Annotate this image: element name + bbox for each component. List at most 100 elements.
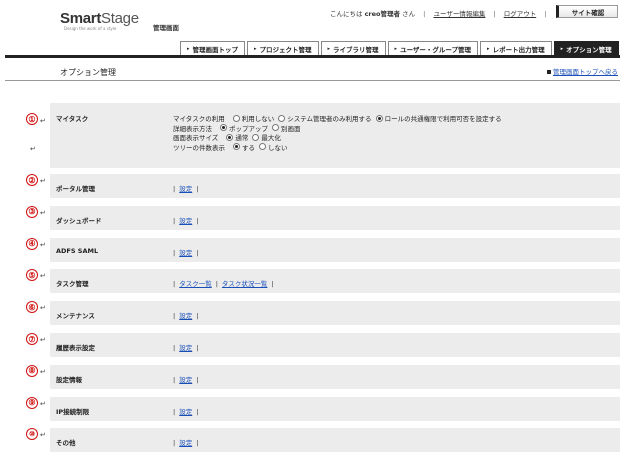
radio-label: 通常 bbox=[235, 134, 249, 142]
tab-3[interactable]: ▸ ユーザー・グループ管理 bbox=[387, 41, 479, 55]
settings-section: IP接続制限 | 設定 | bbox=[50, 396, 620, 421]
return-mark-icon: ↵ bbox=[40, 336, 46, 344]
mytask-option-row: ツリーの件数表示 する しない bbox=[173, 142, 288, 152]
separator: | bbox=[196, 439, 199, 448]
return-mark-icon: ↵ bbox=[40, 240, 46, 249]
separator: | bbox=[173, 280, 176, 289]
section-links: | 設定 | bbox=[173, 437, 198, 447]
admin-label: 管理画面 bbox=[153, 24, 179, 32]
section-setting-link[interactable]: 設定 bbox=[179, 312, 192, 320]
separator: | bbox=[173, 216, 176, 225]
separator: | bbox=[196, 185, 199, 193]
radio-button[interactable] bbox=[232, 114, 240, 122]
mytask-option-row: マイタスクの利用 利用しない システム管理者のみ利用する ロールの共通権限で利用可否を… bbox=[173, 113, 502, 123]
section-setting-link[interactable]: 設定 bbox=[179, 249, 192, 257]
radio-button[interactable] bbox=[259, 143, 266, 150]
mytask-option-row: 画面表示サイズ 通常 最大化 bbox=[173, 132, 281, 142]
section-setting-link[interactable]: タスク状況一覧 bbox=[222, 280, 268, 288]
section-setting-link[interactable]: 設定 bbox=[179, 408, 192, 416]
tab-label: 管理画面トップ bbox=[192, 45, 239, 54]
mytask-option-row: 詳細表示方法 ポップアップ 別画面 bbox=[173, 123, 301, 133]
annotation-number-3: ③ bbox=[26, 205, 38, 218]
section-setting-link[interactable]: 設定 bbox=[179, 217, 192, 225]
radio-button[interactable] bbox=[220, 124, 227, 131]
tab-label: オプション管理 bbox=[566, 45, 612, 54]
return-mark-icon: ↵ bbox=[40, 272, 46, 281]
section-setting-link[interactable]: 設定 bbox=[179, 344, 192, 352]
section-label: マイタスク bbox=[56, 115, 89, 123]
radio-label: システム管理者のみ利用する bbox=[287, 115, 372, 123]
separator: | bbox=[173, 312, 176, 321]
section-label: メンテナンス bbox=[56, 312, 95, 321]
settings-section: ダッシュボード | 設定 | bbox=[50, 205, 620, 230]
tab-2[interactable]: ▸ ライブラリ管理 bbox=[320, 41, 386, 55]
logo-text: SmartStage bbox=[60, 10, 139, 27]
section-label: その他 bbox=[56, 439, 76, 448]
separator: | bbox=[173, 344, 176, 352]
tab-arrow-icon: ▸ bbox=[327, 45, 331, 52]
return-mark-icon: ↵ bbox=[40, 431, 46, 440]
back-to-top-link[interactable]: 管理画面トップへ戻る bbox=[547, 66, 618, 76]
tab-1[interactable]: ▸ プロジェクト管理 bbox=[247, 41, 319, 55]
section-setting-link[interactable]: 設定 bbox=[179, 439, 192, 447]
settings-section: 履歴表示設定 | 設定 | bbox=[50, 333, 620, 357]
settings-section: その他 | 設定 | bbox=[50, 428, 620, 453]
tab-arrow-icon: ▸ bbox=[187, 45, 190, 52]
section-label: タスク管理 bbox=[56, 280, 89, 289]
return-mark-icon: ↵ bbox=[40, 367, 46, 376]
radio-button[interactable] bbox=[375, 114, 383, 122]
site-check-button[interactable]: サイト確認 bbox=[556, 5, 618, 18]
settings-section: ADFS SAML | 設定 | bbox=[50, 237, 620, 262]
radio-label: しない bbox=[268, 143, 288, 152]
separator: | bbox=[173, 248, 176, 257]
separator: | bbox=[196, 375, 199, 384]
section-setting-link[interactable]: タスク一覧 bbox=[179, 280, 212, 288]
settings-section: タスク管理 | タスク一覧 | タスク状況一覧 | bbox=[50, 269, 620, 294]
radio-button[interactable] bbox=[272, 124, 279, 131]
separator: | bbox=[215, 280, 218, 289]
tab-arrow-icon: ▸ bbox=[487, 45, 490, 52]
annotation-number-2: ② bbox=[26, 174, 38, 186]
return-mark-icon: ↵ bbox=[40, 177, 46, 185]
tab-5[interactable]: ▸ オプション管理 bbox=[553, 41, 619, 55]
separator: | bbox=[196, 248, 199, 257]
section-links: | 設定 | bbox=[173, 374, 198, 384]
separator: | bbox=[196, 216, 199, 225]
tab-arrow-icon: ▸ bbox=[254, 45, 257, 52]
page-title: オプション管理 bbox=[60, 68, 116, 77]
annotation-number-5: ⑤ bbox=[26, 269, 38, 282]
separator: | bbox=[196, 312, 199, 321]
section-setting-link[interactable]: 設定 bbox=[179, 376, 192, 384]
option-label: ツリーの件数表示 bbox=[173, 143, 225, 152]
greeting: こんにちは creo管理者 さん | ユーザー情報編集 | ログアウト | bbox=[330, 10, 547, 18]
radio-label: 最大化 bbox=[261, 134, 281, 142]
radio-label: ロールの共通権限で利用可否を設定する bbox=[384, 115, 502, 123]
logout-link[interactable]: ログアウト bbox=[504, 10, 537, 18]
tab-arrow-icon: ▸ bbox=[560, 45, 564, 52]
logo: SmartStage Design the work of a style bbox=[60, 10, 139, 31]
separator: | bbox=[271, 280, 274, 289]
annotation-number-10: ⑩ bbox=[26, 428, 38, 441]
radio-button[interactable] bbox=[233, 143, 240, 150]
section-links: | 設定 | bbox=[173, 406, 198, 416]
tab-4[interactable]: ▸ レポート出力管理 bbox=[480, 41, 552, 55]
user-info-link[interactable]: ユーザー情報編集 bbox=[433, 10, 485, 18]
nav-tabs: ▸ 管理画面トップ ▸ プロジェクト管理 ▸ ライブラリ管理 ▸ ユーザー・グループ管理 ▸ レポ… bbox=[180, 41, 621, 55]
radio-button[interactable] bbox=[252, 133, 260, 141]
section-label: ADFS SAML bbox=[56, 246, 99, 255]
section-setting-link[interactable]: 設定 bbox=[179, 185, 192, 193]
return-mark-icon: ↵ bbox=[30, 145, 36, 153]
radio-button[interactable] bbox=[226, 133, 234, 141]
section-links: | 設定 | bbox=[173, 310, 198, 320]
section-links: | 設定 | bbox=[173, 342, 198, 352]
title-divider bbox=[5, 80, 620, 81]
section-label: ポータル管理 bbox=[56, 185, 95, 193]
section-label: 設定情報 bbox=[56, 375, 82, 384]
tab-label: レポート出力管理 bbox=[492, 45, 545, 54]
option-label: 画面表示サイズ bbox=[173, 134, 219, 142]
annotation-number-9: ⑨ bbox=[26, 396, 38, 409]
tab-0[interactable]: ▸ 管理画面トップ bbox=[180, 41, 246, 55]
annotation-number-4: ④ bbox=[26, 237, 38, 250]
radio-button[interactable] bbox=[278, 114, 286, 122]
tab-label: ライブラリ管理 bbox=[333, 45, 379, 54]
